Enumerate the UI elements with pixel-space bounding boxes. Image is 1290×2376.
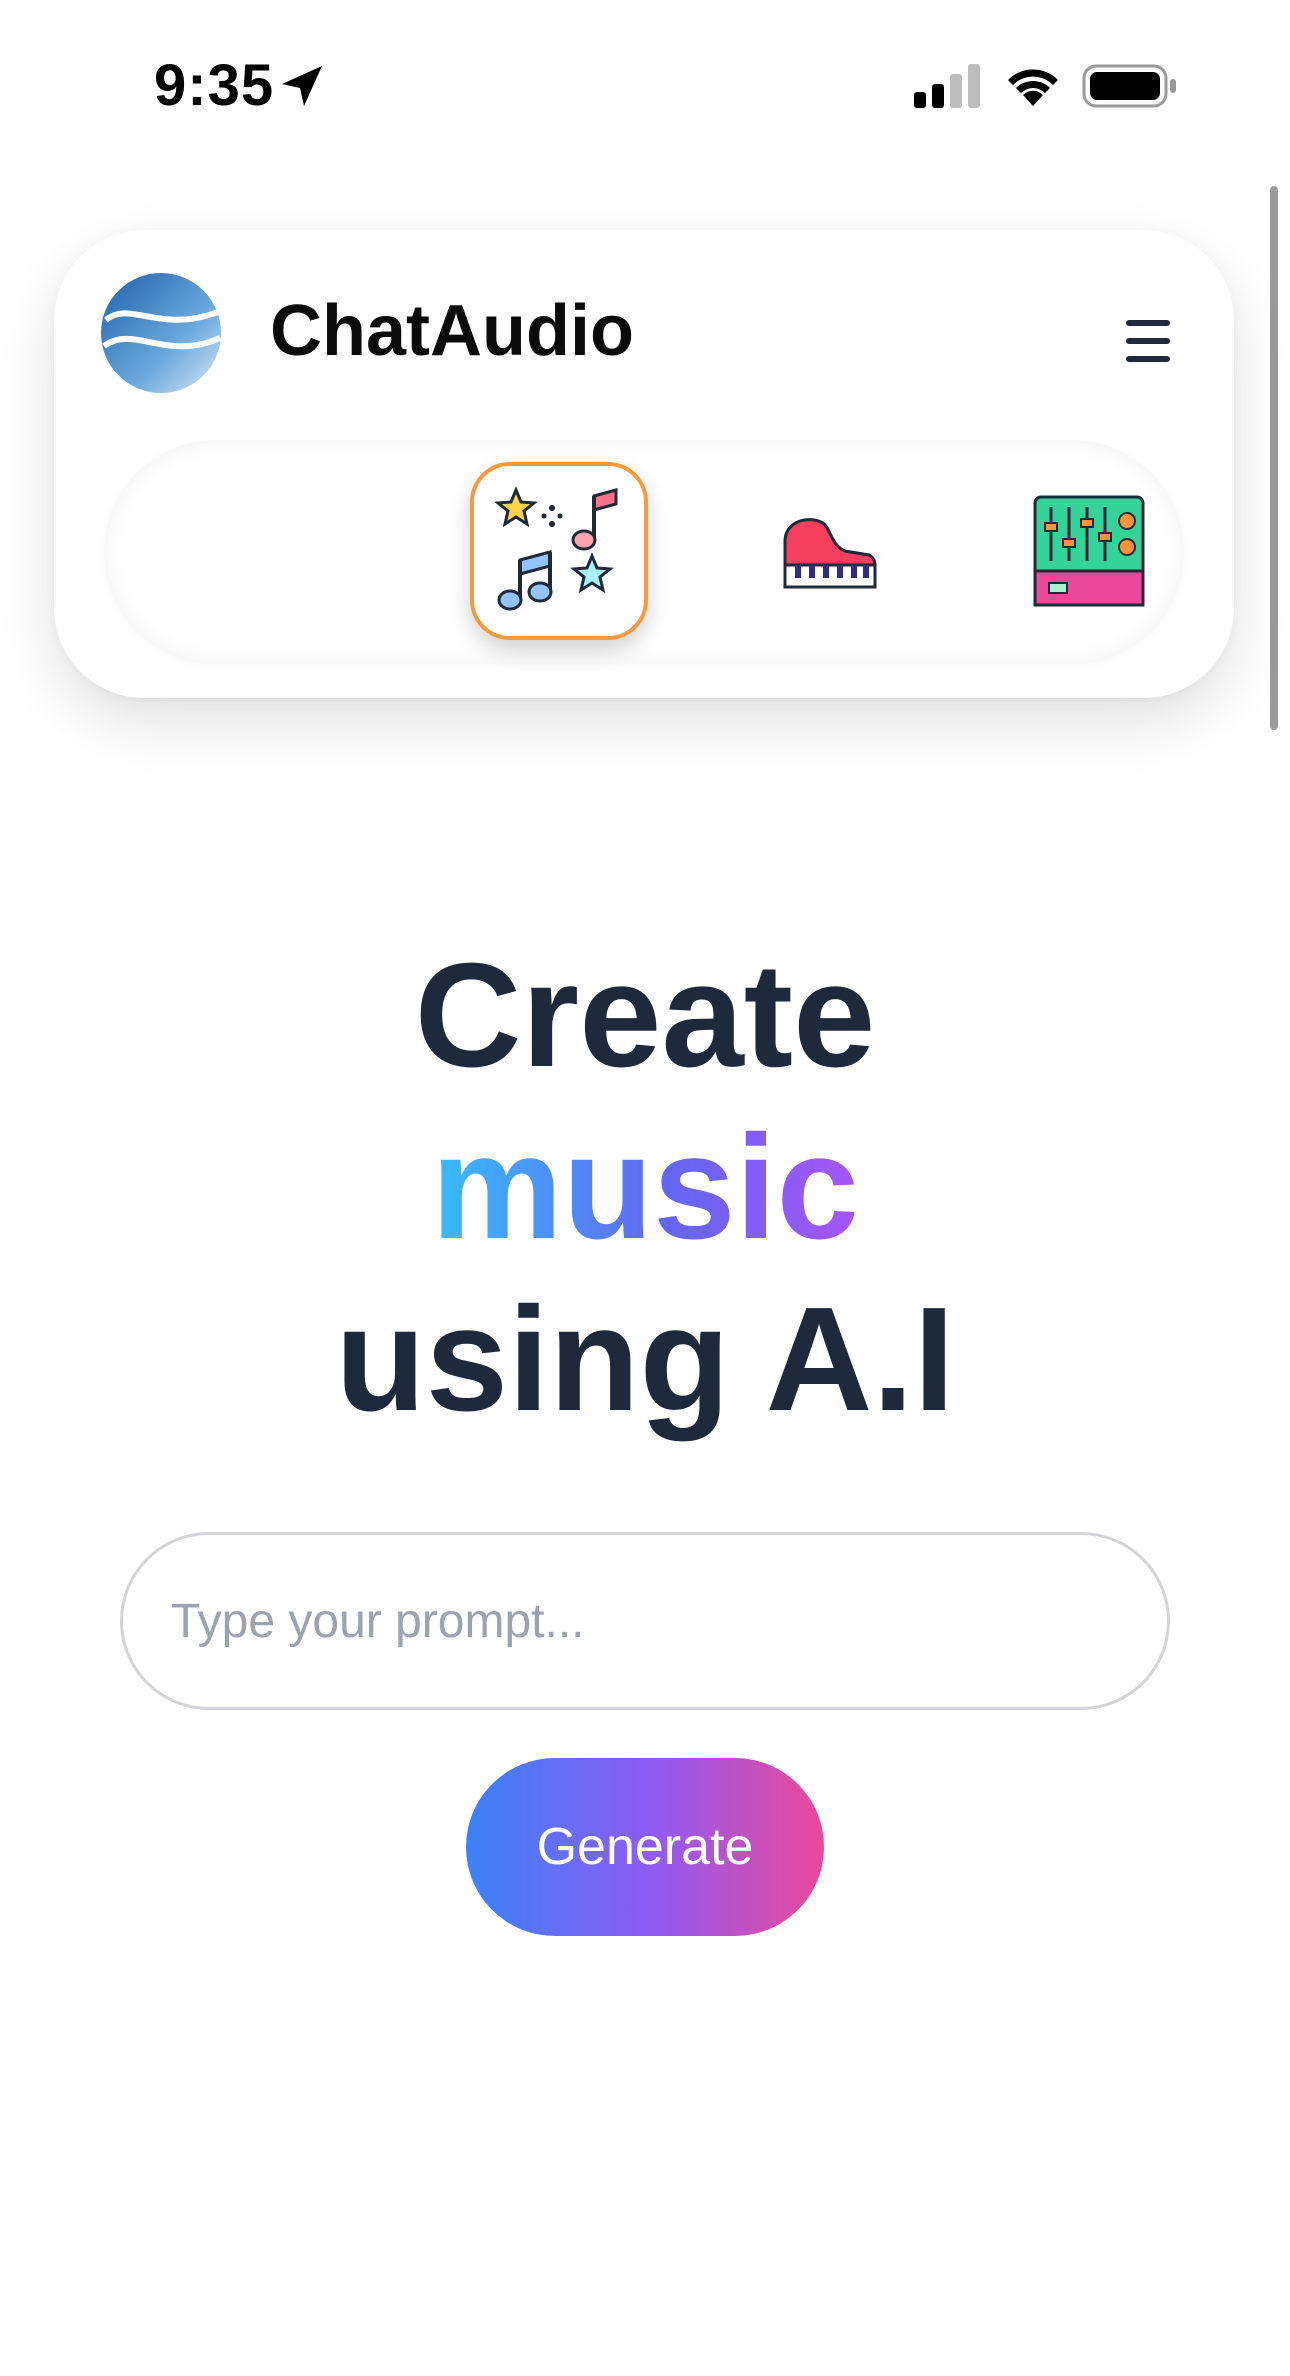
hero-line-3: using A.I <box>335 1277 955 1442</box>
location-arrow-icon <box>282 66 322 106</box>
category-selector <box>104 440 1184 664</box>
audio-waveform-icon <box>232 512 346 590</box>
category-music-button[interactable] <box>470 462 648 640</box>
hero-accent-word: music <box>431 1105 859 1270</box>
cellular-signal-icon <box>914 64 980 108</box>
hero-line-1: Create <box>414 933 876 1098</box>
grand-piano-icon <box>783 518 877 589</box>
brand-name: ChatAudio <box>270 291 634 371</box>
hero-heading: Create music using A.I <box>0 930 1290 1446</box>
chataudio-logo-icon <box>101 273 222 393</box>
generate-button[interactable]: Generate <box>466 1758 824 1936</box>
category-mixer-button[interactable] <box>1000 462 1178 640</box>
music-notes-stars-icon <box>494 486 618 611</box>
prompt-input[interactable] <box>120 1532 1170 1710</box>
status-time: 9:35 <box>154 53 275 118</box>
battery-icon <box>1082 64 1176 108</box>
hamburger-menu-icon[interactable] <box>1126 318 1176 364</box>
scrollbar[interactable] <box>1270 186 1278 730</box>
category-waveform-button[interactable] <box>200 462 378 640</box>
wifi-icon <box>1008 69 1058 106</box>
header-card: ChatAudio <box>54 230 1234 698</box>
category-piano-button[interactable] <box>740 462 918 640</box>
mixer-console-icon <box>1033 495 1145 607</box>
